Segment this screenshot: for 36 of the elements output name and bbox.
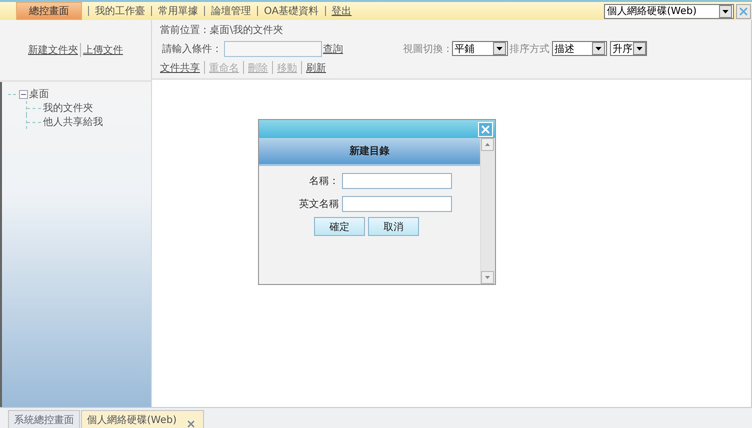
field-label: 名稱：	[309, 175, 339, 188]
menu-tab[interactable]: 登出	[326, 3, 358, 19]
tree-item[interactable]: 他人共享給我	[43, 115, 103, 129]
view-select[interactable]: 平鋪	[452, 41, 508, 56]
dialog-button[interactable]: 確定	[314, 217, 365, 236]
collapse-icon[interactable]	[19, 90, 28, 98]
sort-label: 排序方式	[510, 42, 550, 56]
menu-tab[interactable]: 論壇管理	[205, 3, 257, 19]
input-field[interactable]	[342, 196, 452, 212]
menu-tab[interactable]: 我的工作臺	[89, 3, 151, 19]
dialog-button[interactable]: 取消	[368, 217, 419, 236]
view-label: 視圖切換 :	[403, 42, 450, 56]
sort-select[interactable]: 描述	[552, 41, 607, 56]
field-label: 英文名稱	[299, 198, 339, 211]
dialog-title: 新建目錄	[259, 138, 480, 166]
menu-tab[interactable]: 常用單據	[152, 3, 204, 19]
action-link[interactable]: 刷新	[306, 60, 326, 74]
search-field[interactable]	[224, 40, 322, 56]
search-link[interactable]: 查詢	[323, 42, 343, 56]
bottom-tab[interactable]: 系統總控畫面	[8, 410, 80, 428]
action-link[interactable]: 文件共享	[160, 60, 200, 74]
order-select[interactable]: 升序	[610, 41, 647, 56]
input-field[interactable]	[342, 173, 452, 189]
tree-item[interactable]: 我的文件夾	[43, 101, 93, 115]
search-label: 請輸入條件：	[162, 42, 222, 56]
module-select[interactable]: 個人網絡硬碟(Web)	[604, 4, 734, 18]
scroll-up-icon[interactable]	[481, 138, 494, 151]
side-action-link[interactable]: 上傳文件	[83, 43, 123, 57]
close-icon[interactable]	[186, 420, 195, 428]
side-action-link[interactable]: 新建文件夾	[28, 43, 78, 57]
tree-item[interactable]: 桌面	[29, 87, 49, 101]
menu-tab[interactable]: 總控畫面	[16, 2, 82, 20]
scroll-down-icon[interactable]	[481, 271, 494, 284]
breadcrumb: 當前位置 : 桌面\我的文件夾	[160, 24, 284, 36]
menu-tab[interactable]: OA基礎資料	[258, 3, 325, 19]
bottom-tab[interactable]: 個人網絡硬碟(Web)	[81, 410, 204, 428]
